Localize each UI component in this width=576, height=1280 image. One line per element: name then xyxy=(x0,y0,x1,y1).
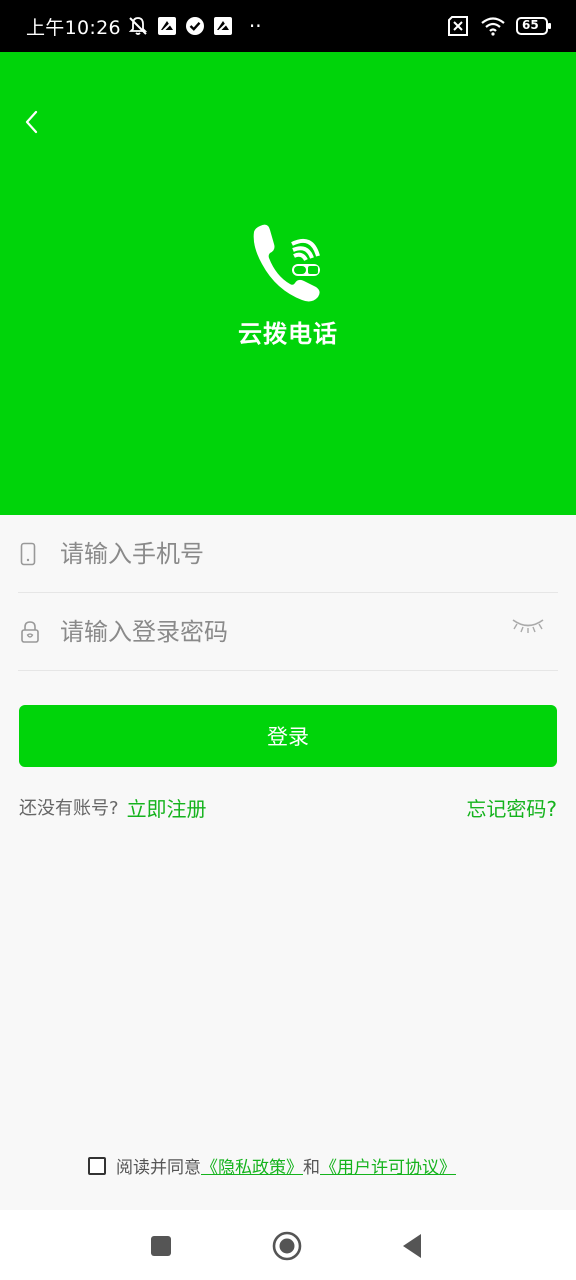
no-account-text: 还没有账号? xyxy=(19,798,119,819)
app-name: 云拨电话 xyxy=(238,320,338,348)
sim-off-icon xyxy=(446,16,470,36)
mobile-phone-icon xyxy=(20,542,46,566)
password-input[interactable] xyxy=(58,616,478,647)
eye-closed-icon[interactable] xyxy=(510,615,550,639)
back-triangle-icon[interactable] xyxy=(396,1230,428,1262)
password-field xyxy=(18,593,558,671)
agreement-and: 和 xyxy=(303,1158,320,1178)
agreement-prefix: 阅读并同意 xyxy=(116,1158,201,1178)
user-license-link[interactable]: 《用户许可协议》 xyxy=(320,1153,456,1178)
system-nav-bar xyxy=(0,1210,576,1280)
chevron-left-icon xyxy=(25,110,38,134)
phone-input[interactable] xyxy=(58,538,478,569)
phone-wifi-logo-icon xyxy=(246,220,326,304)
links-row: 还没有账号? 立即注册 忘记密码? xyxy=(19,790,557,824)
agreement-row: 阅读并同意 《隐私政策》 和 《用户许可协议》 xyxy=(88,1153,456,1178)
forgot-password-link[interactable]: 忘记密码? xyxy=(466,793,557,822)
status-dots: ·· xyxy=(248,14,262,38)
lock-icon xyxy=(20,620,46,644)
mute-bell-icon xyxy=(127,15,149,37)
battery-icon: 65 xyxy=(516,16,552,36)
status-icons-right: 65 xyxy=(446,16,552,36)
back-button[interactable] xyxy=(14,104,50,140)
check-circle-icon xyxy=(185,16,205,36)
app-notification-icon xyxy=(213,16,233,36)
battery-level: 65 xyxy=(522,18,539,32)
privacy-policy-link[interactable]: 《隐私政策》 xyxy=(201,1153,303,1178)
login-button[interactable]: 登录 xyxy=(19,705,557,767)
agreement-checkbox[interactable] xyxy=(88,1156,106,1175)
status-icons-left: ·· xyxy=(127,14,262,38)
register-link[interactable]: 立即注册 xyxy=(127,793,207,822)
recent-apps-icon[interactable] xyxy=(145,1230,177,1262)
home-icon[interactable] xyxy=(271,1230,303,1262)
login-form xyxy=(18,515,558,671)
wifi-icon xyxy=(480,16,506,36)
phone-field xyxy=(18,515,558,593)
status-bar: 上午10:26 ·· 65 xyxy=(0,0,576,52)
app-notification-icon xyxy=(157,16,177,36)
header: 云拨电话 xyxy=(0,52,576,515)
status-time: 上午10:26 xyxy=(26,16,121,39)
